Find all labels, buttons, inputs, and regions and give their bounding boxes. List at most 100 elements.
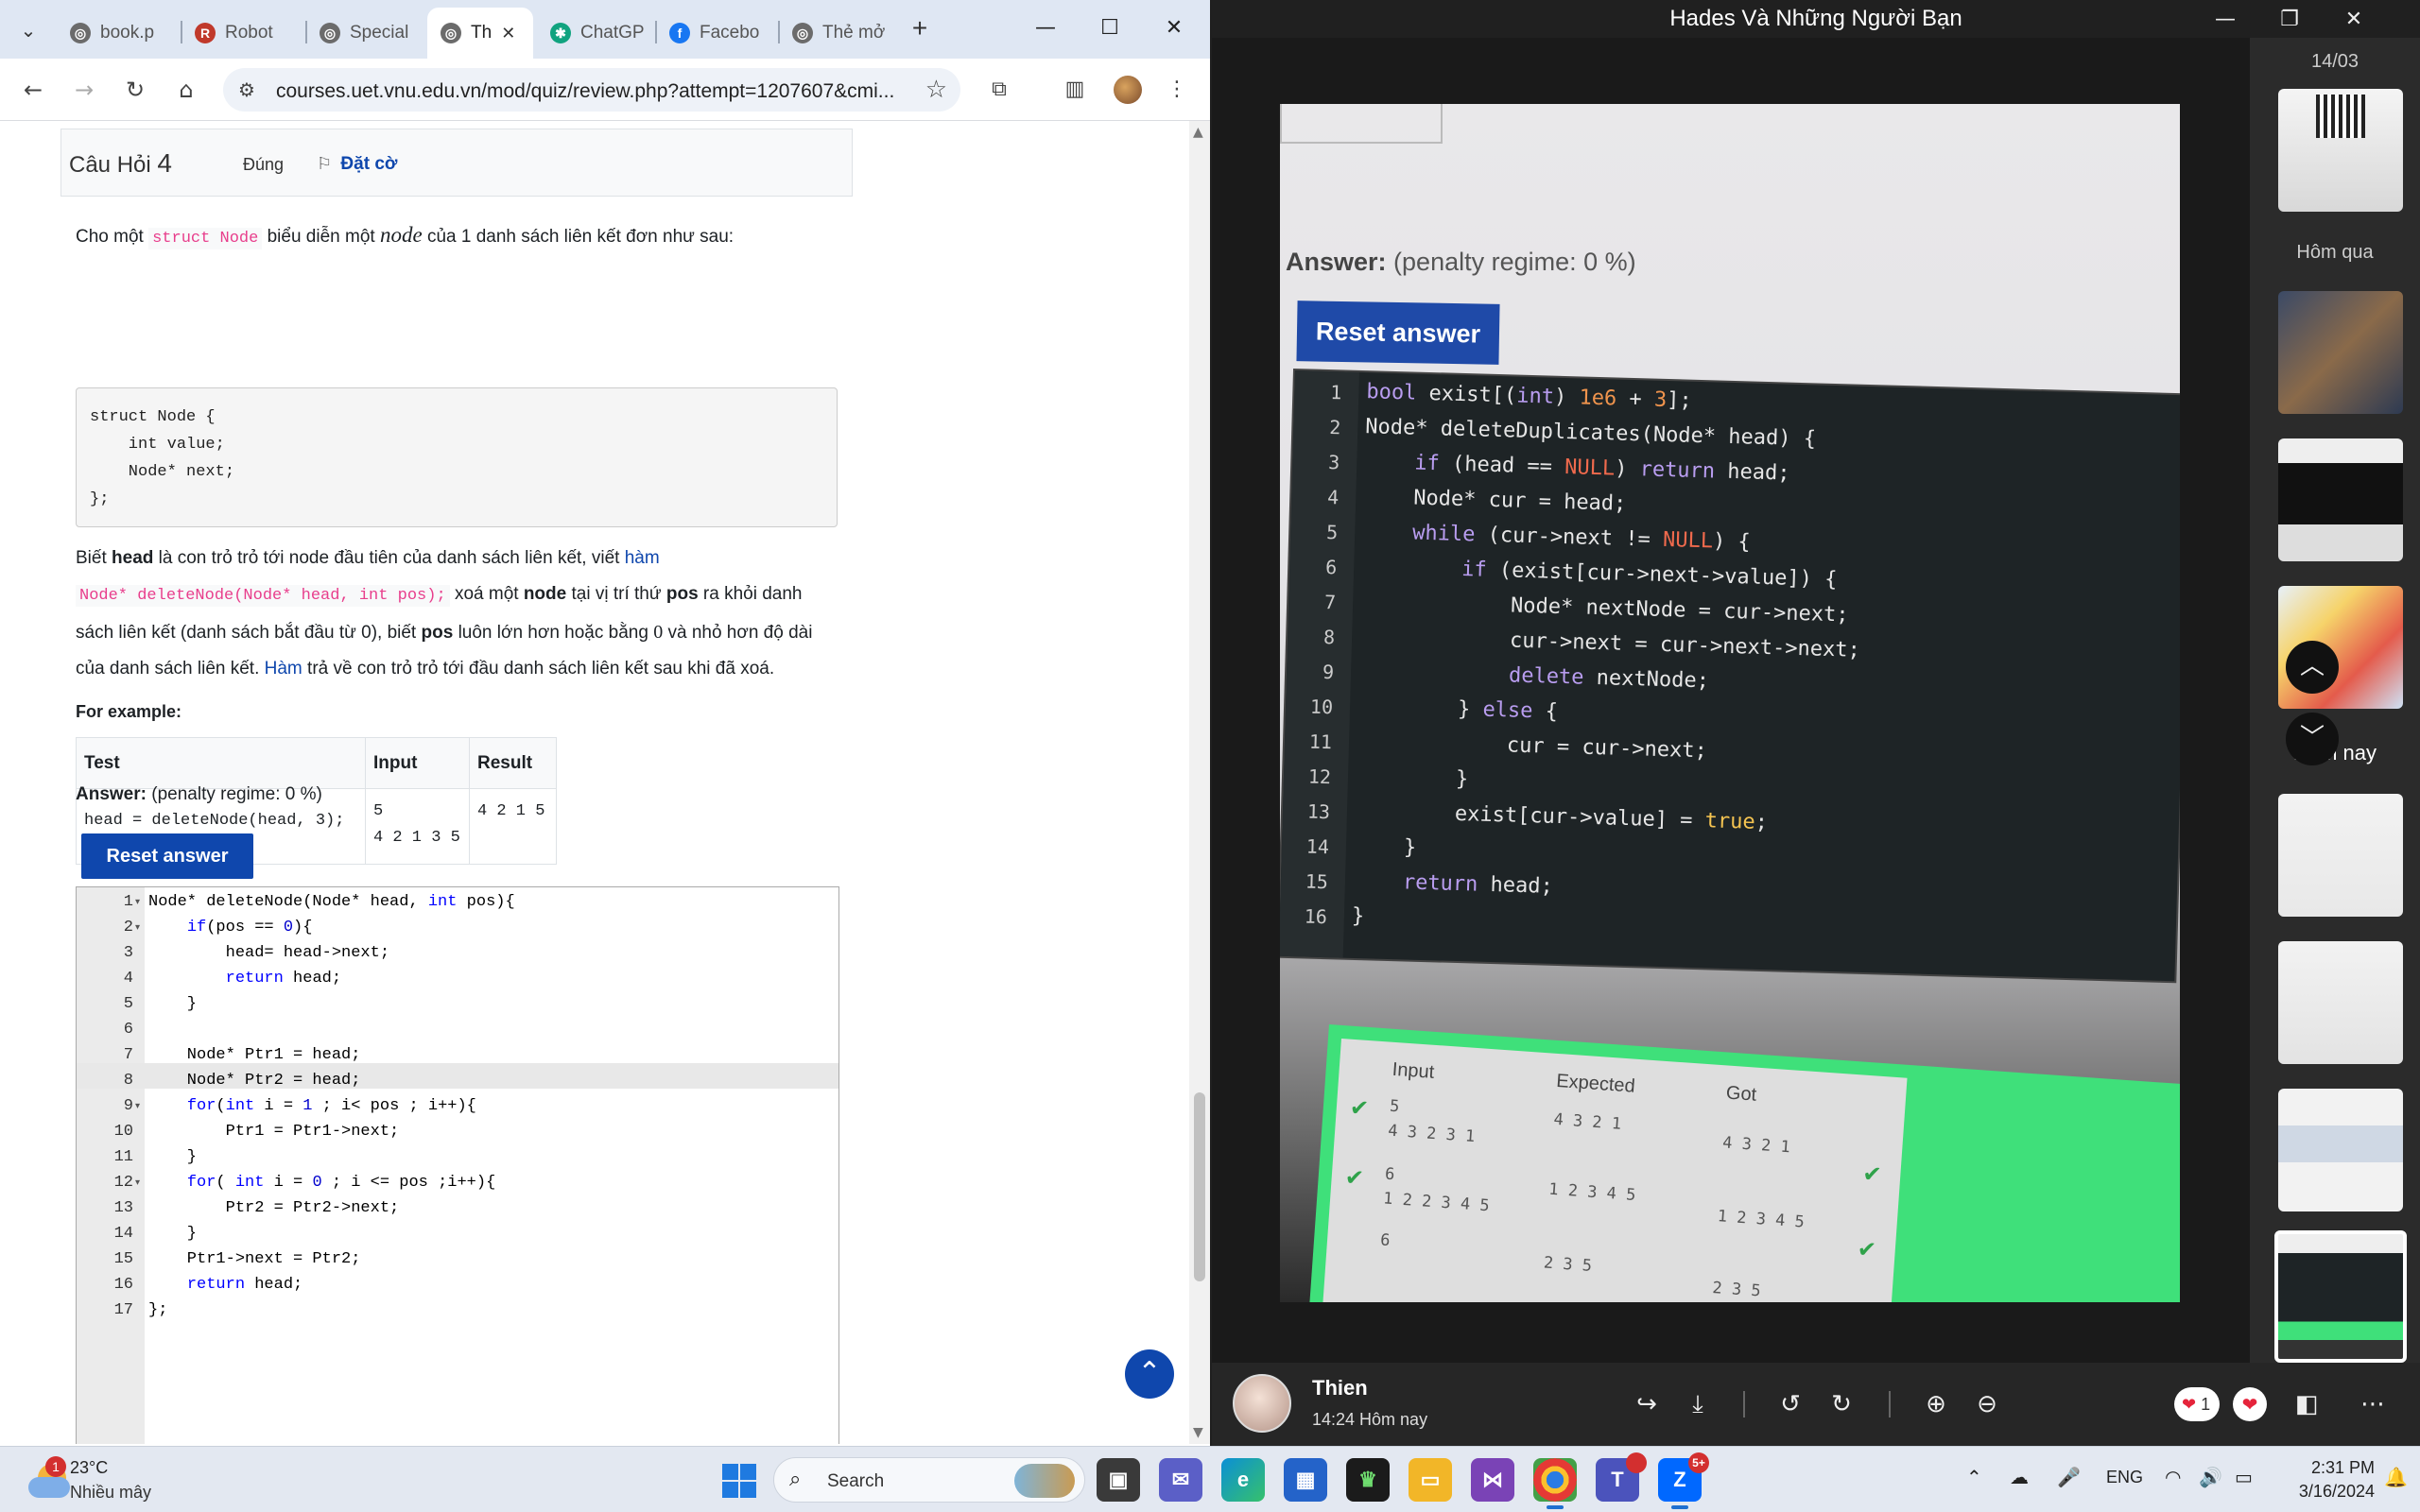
thumbnail-photo[interactable] xyxy=(2278,1089,2403,1211)
code-line[interactable]: for(int i = 1 ; i< pos ; i++){ xyxy=(148,1097,476,1115)
show-hidden-icons-icon[interactable]: ⌃ xyxy=(1966,1466,1982,1488)
profile-avatar[interactable] xyxy=(1114,76,1142,104)
toggle-sidebar-icon[interactable]: ◧ xyxy=(2288,1385,2325,1423)
next-photo-icon[interactable]: ﹀ xyxy=(2286,713,2339,765)
scroll-to-top-button[interactable]: ⌃ xyxy=(1125,1349,1174,1399)
tab-special[interactable]: ◎ Special xyxy=(306,8,427,59)
code-line[interactable]: Ptr2 = Ptr2->next; xyxy=(148,1199,400,1217)
url-text[interactable]: courses.uet.vnu.edu.vn/mod/quiz/review.p… xyxy=(276,80,894,103)
code-line[interactable]: if(pos == 0){ xyxy=(148,919,313,936)
desc-link[interactable]: Hàm xyxy=(265,659,302,679)
edge-icon[interactable]: e xyxy=(1221,1458,1265,1502)
onedrive-icon[interactable]: ☁ xyxy=(2010,1466,2029,1488)
tab-active-quiz[interactable]: ◎ Th ✕ xyxy=(427,8,533,59)
download-icon[interactable]: ⤓ xyxy=(1679,1385,1717,1423)
more-options-icon[interactable]: ⋯ xyxy=(2354,1385,2392,1423)
rotate-left-icon[interactable]: ↺ xyxy=(1772,1385,1809,1423)
fold-arrow-icon[interactable]: ▾ xyxy=(135,1177,140,1188)
maximize-icon[interactable]: ☐ xyxy=(1085,9,1134,47)
store-icon[interactable]: ▦ xyxy=(1284,1458,1327,1502)
back-arrow-icon[interactable]: ← xyxy=(17,74,49,106)
add-heart-reaction-icon[interactable]: ❤ xyxy=(2233,1387,2267,1421)
language-indicator[interactable]: ENG xyxy=(2106,1468,2143,1487)
code-line[interactable]: } xyxy=(148,1148,197,1166)
code-line[interactable]: Node* Ptr1 = head; xyxy=(148,1046,361,1064)
bookmark-star-icon[interactable]: ☆ xyxy=(925,76,947,104)
thumbnail-selected[interactable] xyxy=(2274,1230,2407,1363)
code-line[interactable]: return head; xyxy=(148,970,341,988)
previous-photo-icon[interactable]: ︿ xyxy=(2286,641,2339,694)
code-line[interactable]: } xyxy=(148,995,197,1013)
scrollbar-thumb[interactable] xyxy=(1194,1092,1205,1281)
fold-arrow-icon[interactable]: ▾ xyxy=(135,897,140,907)
visual-studio-icon[interactable]: ⋈ xyxy=(1471,1458,1514,1502)
wifi-icon[interactable]: ◠ xyxy=(2165,1466,2181,1488)
start-button[interactable] xyxy=(722,1464,756,1498)
teams-icon[interactable]: T xyxy=(1596,1452,1647,1502)
code-line[interactable]: }; xyxy=(148,1301,167,1319)
thumbnail-photo[interactable] xyxy=(2278,941,2403,1064)
tab-facebook[interactable]: f Facebo xyxy=(656,8,777,59)
zoom-reset-icon[interactable]: ⊖ xyxy=(1968,1385,2006,1423)
share-icon[interactable]: ↪ xyxy=(1628,1385,1666,1423)
battery-icon[interactable]: ▭ xyxy=(2235,1466,2253,1488)
taskbar-search[interactable]: ⌕ Search xyxy=(773,1457,1085,1503)
zoom-in-icon[interactable]: ⊕ xyxy=(1917,1385,1955,1423)
tab-book[interactable]: ◎ book.p xyxy=(57,8,180,59)
code-line[interactable]: } xyxy=(148,1225,197,1243)
address-bar[interactable]: ⚙ courses.uet.vnu.edu.vn/mod/quiz/review… xyxy=(223,68,960,112)
home-icon[interactable]: ⌂ xyxy=(170,74,202,106)
thumbnail-qr[interactable] xyxy=(2278,89,2403,212)
fold-arrow-icon[interactable]: ▾ xyxy=(135,922,140,933)
thumbnail-photo[interactable] xyxy=(2278,438,2403,561)
desc-link[interactable]: hàm xyxy=(625,548,660,568)
zalo-icon[interactable]: Z 5+ xyxy=(1658,1452,1709,1509)
code-line[interactable]: head= head->next; xyxy=(148,944,389,962)
fold-arrow-icon[interactable]: ▾ xyxy=(135,1101,140,1111)
chat-photo[interactable]: Answer: (penalty regime: 0 %) Reset answ… xyxy=(1280,104,2180,1302)
gaming-app-icon[interactable]: ♛ xyxy=(1346,1458,1390,1502)
site-settings-icon[interactable]: ⚙ xyxy=(238,78,255,101)
tab-the-mo[interactable]: ◎ Thẻ mở xyxy=(779,8,900,59)
thumbnail-photo[interactable] xyxy=(2278,794,2403,917)
page-scrollbar[interactable]: ▲ ▼ xyxy=(1189,121,1210,1444)
task-view-icon[interactable]: ▣ xyxy=(1097,1458,1140,1502)
reaction-count-badge[interactable]: ❤ 1 xyxy=(2174,1387,2221,1421)
reset-answer-button[interactable]: Reset answer xyxy=(81,833,253,879)
scroll-down-arrow-icon[interactable]: ▼ xyxy=(1193,1425,1203,1440)
scroll-up-arrow-icon[interactable]: ▲ xyxy=(1193,125,1203,140)
sender-avatar[interactable] xyxy=(1233,1374,1291,1433)
microphone-icon[interactable]: 🎤 xyxy=(2057,1466,2081,1488)
code-line[interactable]: Node* deleteNode(Node* head, int pos){ xyxy=(148,893,515,911)
code-line[interactable]: Ptr1->next = Ptr2; xyxy=(148,1250,361,1268)
file-explorer-icon[interactable]: ▭ xyxy=(1409,1458,1452,1502)
code-line[interactable]: Node* Ptr2 = head; xyxy=(148,1072,361,1090)
minimize-icon[interactable]: — xyxy=(1021,9,1070,47)
notification-bell-icon[interactable]: 🔔 xyxy=(2384,1466,2408,1488)
tab-robot[interactable]: R Robot xyxy=(182,8,304,59)
thumbnail-photo[interactable] xyxy=(2278,291,2403,414)
side-panel-icon[interactable]: ▥ xyxy=(1059,74,1091,106)
reload-icon[interactable]: ↻ xyxy=(119,74,151,106)
viewer-minimize-icon[interactable]: — xyxy=(2201,4,2250,36)
system-clock[interactable]: 2:31 PM 3/16/2024 xyxy=(2280,1456,2375,1503)
new-tab-plus-icon[interactable]: + xyxy=(904,13,936,45)
code-line[interactable]: Ptr1 = Ptr1->next; xyxy=(148,1123,400,1141)
close-tab-icon[interactable]: ✕ xyxy=(501,24,515,43)
rotate-right-icon[interactable]: ↻ xyxy=(1823,1385,1860,1423)
code-line[interactable]: for( int i = 0 ; i <= pos ;i++){ xyxy=(148,1174,495,1192)
teams-chat-icon[interactable]: ✉ xyxy=(1159,1458,1202,1502)
code-line[interactable]: return head; xyxy=(148,1276,302,1294)
viewer-close-icon[interactable]: ✕ xyxy=(2329,4,2378,36)
tab-chatgpt[interactable]: ✱ ChatGP xyxy=(537,8,654,59)
close-window-icon[interactable]: ✕ xyxy=(1150,9,1199,47)
flag-question-link[interactable]: ⚐ Đặt cờ xyxy=(317,154,397,175)
code-editor[interactable]: 1 ▾ Node* deleteNode(Node* head, int pos){… xyxy=(76,886,839,1444)
forward-arrow-icon[interactable]: → xyxy=(68,74,100,106)
kebab-menu-icon[interactable]: ⋮ xyxy=(1161,74,1193,106)
chrome-icon[interactable] xyxy=(1533,1458,1577,1509)
extensions-puzzle-icon[interactable]: ⧉ xyxy=(983,74,1015,106)
volume-icon[interactable]: 🔊 xyxy=(2199,1466,2222,1488)
viewer-maximize-icon[interactable]: ❐ xyxy=(2265,4,2314,36)
tab-search-menu-icon[interactable]: ⌄ xyxy=(13,15,43,45)
